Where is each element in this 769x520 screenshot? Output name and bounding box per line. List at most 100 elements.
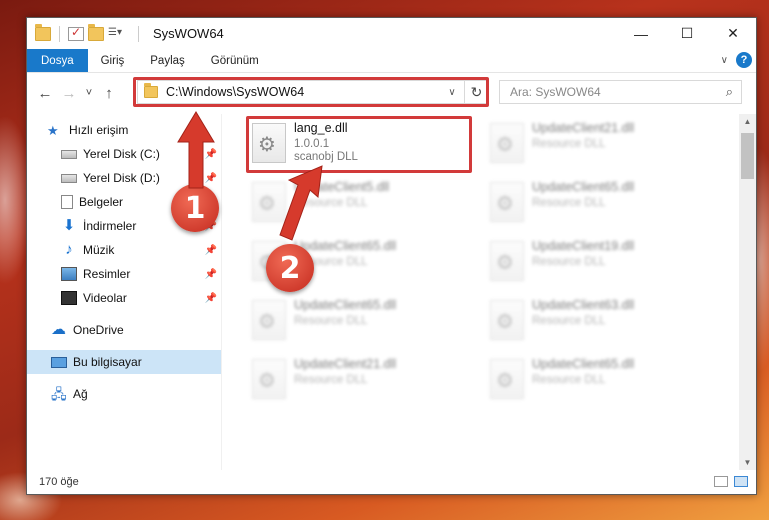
file-name: UpdateClient65.dll	[532, 357, 635, 371]
file-name: UpdateClient21.dll	[532, 121, 635, 135]
tab-dosya[interactable]: Dosya	[27, 49, 88, 72]
file-description: Resource DLL	[532, 374, 606, 386]
pin-icon[interactable]: 📌	[205, 245, 217, 256]
item-count: 170 öğe	[39, 476, 79, 488]
sidebar-item-videos[interactable]: Videolar 📌	[27, 286, 221, 310]
sidebar-item-label: Ağ	[73, 387, 88, 401]
close-button[interactable]: ✕	[710, 18, 756, 49]
sidebar-item-this-pc[interactable]: Bu bilgisayar	[27, 350, 221, 374]
status-bar: 170 öğe	[27, 470, 756, 494]
file-item[interactable]: UpdateClient65.dll Resource DLL	[490, 178, 700, 230]
dll-file-icon	[252, 359, 286, 399]
music-icon: ♪	[65, 241, 73, 258]
large-icons-view-icon[interactable]	[734, 476, 748, 487]
properties-icon[interactable]	[68, 25, 84, 41]
computer-icon	[51, 356, 67, 368]
scroll-down-icon[interactable]: ▼	[739, 458, 756, 467]
file-description: Resource DLL	[294, 374, 368, 386]
disk-icon	[61, 173, 77, 183]
file-description: Resource DLL	[532, 256, 606, 268]
file-name: UpdateClient65.dll	[294, 298, 397, 312]
explorer-window: ☰▾ SysWOW64 — ☐ ✕ Dosya Giriş Paylaş Gör…	[26, 17, 757, 495]
sidebar-item-label: İndirmeler	[83, 219, 137, 233]
file-item[interactable]: UpdateClient21.dll Resource DLL	[490, 119, 700, 171]
file-description: Resource DLL	[294, 197, 368, 209]
pin-icon[interactable]: 📌	[205, 149, 217, 160]
scrollbar-thumb[interactable]	[741, 133, 754, 179]
callout-badge-2: 2	[266, 244, 314, 292]
pictures-icon	[61, 267, 77, 281]
file-list: lang_e.dll 1.0.0.1 scanobj DLL UpdateCli…	[222, 114, 756, 470]
navigation-bar: ← → ˅ ↑ C:\Windows\SysWOW64 ∨ ↻ Ara: Sys…	[27, 73, 756, 113]
callout-badge-1: 1	[171, 184, 219, 232]
details-view-icon[interactable]	[714, 476, 728, 487]
sidebar-item-label: Resimler	[83, 267, 131, 281]
window-title: SysWOW64	[153, 26, 224, 41]
sidebar-item-label: Bu bilgisayar	[73, 355, 142, 369]
pin-icon[interactable]: 📌	[205, 293, 217, 304]
ribbon-tabs: Dosya Giriş Paylaş Görünüm ∨ ?	[27, 49, 756, 73]
sidebar-item-label: Videolar	[83, 291, 127, 305]
up-button[interactable]: ↑	[97, 85, 121, 102]
tab-gorunum[interactable]: Görünüm	[198, 49, 272, 72]
sidebar-item-label: Yerel Disk (C:)	[83, 147, 160, 161]
recent-locations-button[interactable]: ˅	[81, 87, 97, 99]
file-item[interactable]: UpdateClient5.dll Resource DLL	[252, 178, 462, 230]
navigation-pane: ★ Hızlı erişim Yerel Disk (C:) 📌 Yerel D…	[27, 114, 222, 470]
search-input[interactable]: Ara: SysWOW64 ⌕	[499, 80, 742, 104]
star-icon: ★	[47, 123, 59, 138]
sidebar-item-label: Belgeler	[79, 195, 124, 209]
minimize-button[interactable]: —	[618, 18, 664, 49]
sidebar-item-onedrive[interactable]: ☁ OneDrive	[27, 318, 221, 342]
vertical-scrollbar[interactable]: ▲ ▼	[739, 114, 756, 470]
file-item[interactable]: UpdateClient63.dll Resource DLL	[490, 296, 700, 348]
sidebar-item-label: Müzik	[83, 243, 115, 257]
file-item[interactable]: UpdateClient19.dll Resource DLL	[490, 237, 700, 289]
tab-paylas[interactable]: Paylaş	[137, 49, 198, 72]
sidebar-item-label: Hızlı erişim	[69, 123, 129, 137]
forward-button[interactable]: →	[57, 85, 81, 102]
customize-toolbar-icon[interactable]: ☰▾	[108, 27, 130, 41]
file-item[interactable]: UpdateClient65.dll Resource DLL	[252, 296, 462, 348]
sidebar-item-quick-access[interactable]: ★ Hızlı erişim	[27, 118, 221, 142]
scroll-up-icon[interactable]: ▲	[739, 117, 756, 126]
file-name: UpdateClient21.dll	[294, 357, 397, 371]
pin-icon[interactable]: 📌	[205, 173, 217, 184]
file-name: UpdateClient5.dll	[294, 180, 390, 194]
search-icon[interactable]: ⌕	[726, 84, 733, 100]
new-folder-icon[interactable]	[88, 23, 104, 41]
help-icon[interactable]: ?	[736, 52, 752, 68]
quick-access-toolbar: ☰▾	[27, 23, 143, 42]
back-button[interactable]: ←	[33, 85, 57, 102]
address-highlight	[133, 77, 489, 107]
file-highlight	[246, 116, 472, 173]
file-description: Resource DLL	[532, 315, 606, 327]
download-icon: ⬇	[62, 217, 76, 234]
dll-file-icon	[490, 182, 524, 222]
file-description: Resource DLL	[532, 138, 606, 150]
sidebar-item-label: Yerel Disk (D:)	[83, 171, 160, 185]
file-item[interactable]: UpdateClient65.dll Resource DLL	[490, 355, 700, 407]
main-content: ★ Hızlı erişim Yerel Disk (C:) 📌 Yerel D…	[27, 114, 756, 470]
title-bar: ☰▾ SysWOW64 — ☐ ✕	[27, 18, 756, 49]
pin-icon[interactable]: 📌	[205, 269, 217, 280]
file-name: UpdateClient19.dll	[532, 239, 635, 253]
file-item[interactable]: UpdateClient21.dll Resource DLL	[252, 355, 462, 407]
dll-file-icon	[490, 241, 524, 281]
sidebar-item-label: OneDrive	[73, 323, 124, 337]
sidebar-item-disk-c[interactable]: Yerel Disk (C:) 📌	[27, 142, 221, 166]
dll-file-icon	[252, 182, 286, 222]
dll-file-icon	[252, 300, 286, 340]
sidebar-item-network[interactable]: 🖧 Ağ	[27, 382, 221, 406]
file-name: UpdateClient65.dll	[294, 239, 397, 253]
maximize-button[interactable]: ☐	[664, 18, 710, 49]
dll-file-icon	[490, 300, 524, 340]
expand-ribbon-icon[interactable]: ∨	[721, 55, 728, 66]
dll-file-icon	[490, 123, 524, 163]
cloud-icon: ☁	[51, 321, 66, 338]
sidebar-item-music[interactable]: ♪ Müzik 📌	[27, 238, 221, 262]
tab-giris[interactable]: Giriş	[88, 49, 138, 72]
file-name: UpdateClient65.dll	[532, 180, 635, 194]
document-icon	[61, 195, 73, 209]
sidebar-item-pictures[interactable]: Resimler 📌	[27, 262, 221, 286]
